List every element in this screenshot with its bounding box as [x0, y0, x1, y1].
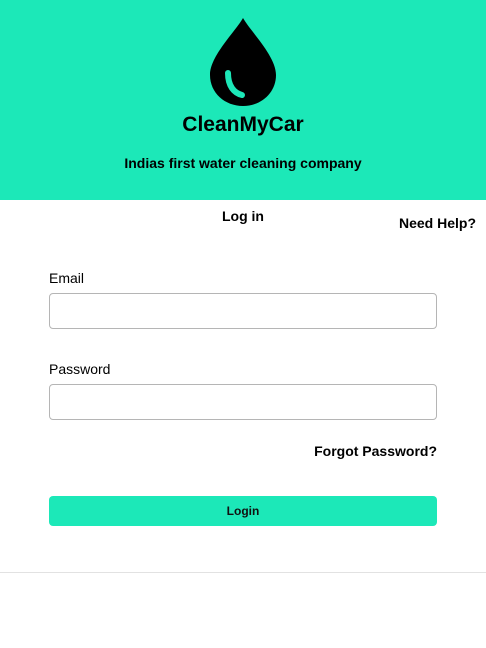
need-help-link[interactable]: Need Help? [399, 215, 476, 231]
brand-name: CleanMyCar [182, 113, 304, 136]
login-page: CleanMyCar Indias first water cleaning c… [0, 0, 486, 648]
password-field[interactable] [49, 384, 437, 420]
water-drop-icon [210, 18, 276, 106]
email-label: Email [49, 270, 85, 286]
header-banner: CleanMyCar Indias first water cleaning c… [0, 0, 486, 200]
password-label: Password [49, 361, 111, 377]
email-field[interactable] [49, 293, 437, 329]
divider [0, 572, 486, 573]
login-button[interactable]: Login [49, 496, 437, 526]
tagline: Indias first water cleaning company [124, 155, 362, 171]
forgot-password-link[interactable]: Forgot Password? [314, 443, 437, 459]
